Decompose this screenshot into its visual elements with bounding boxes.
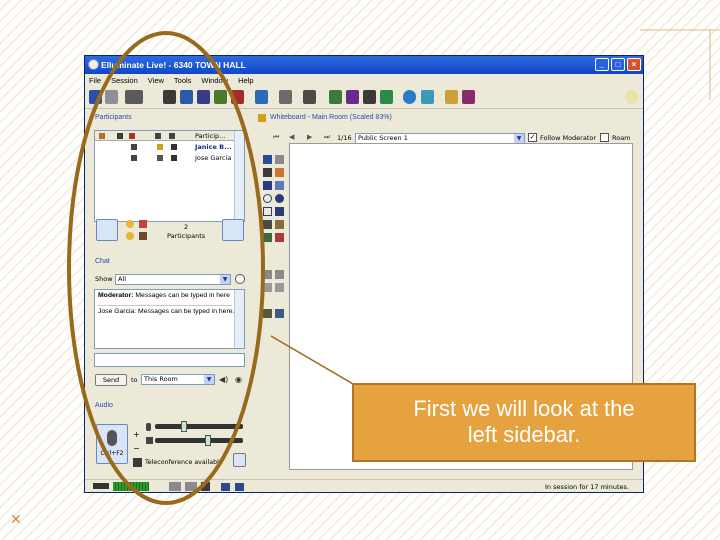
- callout-line-1: First we will look at the: [413, 396, 635, 421]
- highlight-ellipse: [67, 31, 265, 505]
- callout-line-2: left sidebar.: [467, 422, 581, 447]
- callout-box: First we will look at the left sidebar.: [352, 383, 696, 462]
- slide-bullet-mark: ✕: [10, 512, 22, 528]
- callout-connector: [270, 335, 361, 389]
